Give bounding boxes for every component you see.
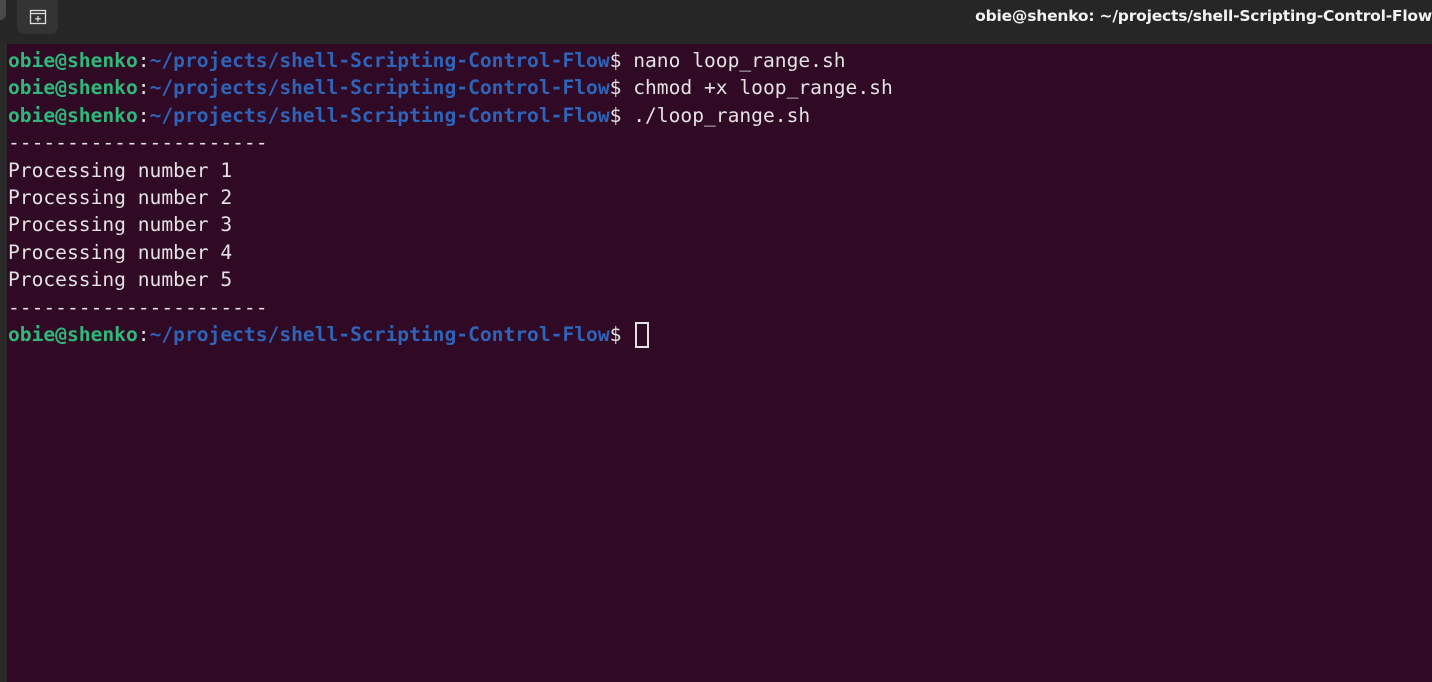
command-text: chmod +x loop_range.sh xyxy=(621,76,893,100)
prompt-symbol: $ xyxy=(609,49,622,72)
prompt-user: obie@shenko xyxy=(8,322,138,346)
output-line: Processing number 2 xyxy=(8,185,233,209)
prompt-separator: : xyxy=(137,322,150,346)
prompt-user: obie@shenko xyxy=(8,49,138,72)
prompt-symbol: $ xyxy=(609,103,622,127)
prompt-path: ~/projects/shell-Scripting-Control-Flow xyxy=(149,49,610,72)
prompt-separator: : xyxy=(137,49,150,72)
output-line: Processing number 5 xyxy=(8,268,233,292)
prompt-path: ~/projects/shell-Scripting-Control-Flow xyxy=(149,76,610,100)
command-line: obie@shenko:~/projects/shell-Scripting-C… xyxy=(8,74,1432,101)
active-prompt-line[interactable]: obie@shenko:~/projects/shell-Scripting-C… xyxy=(8,321,1432,348)
prompt-user: obie@shenko xyxy=(8,76,138,100)
window-edge xyxy=(0,0,6,20)
output-divider: ---------------------- xyxy=(8,131,268,155)
terminal-output[interactable]: obie@shenko:~/projects/shell-Scripting-C… xyxy=(0,44,1432,682)
command-text: nano loop_range.sh xyxy=(621,49,846,72)
prompt-path: ~/projects/shell-Scripting-Control-Flow xyxy=(149,322,610,346)
command-line: obie@shenko:~/projects/shell-Scripting-C… xyxy=(8,47,1432,74)
terminal-window: obie@shenko: ~/projects/shell-Scripting-… xyxy=(0,0,1432,682)
prompt-separator: : xyxy=(137,103,150,127)
prompt-path: ~/projects/shell-Scripting-Control-Flow xyxy=(149,103,610,127)
title-bar: obie@shenko: ~/projects/shell-Scripting-… xyxy=(0,0,1432,44)
output-line: Processing number 1 xyxy=(8,158,233,182)
new-tab-button[interactable] xyxy=(17,0,58,34)
command-text: ./loop_range.sh xyxy=(621,103,811,127)
prompt-user: obie@shenko xyxy=(8,103,138,127)
output-line: Processing number 4 xyxy=(8,240,233,264)
prompt-symbol: $ xyxy=(609,76,622,100)
prompt-symbol: $ xyxy=(609,322,622,346)
new-tab-icon xyxy=(29,9,46,25)
window-title: obie@shenko: ~/projects/shell-Scripting-… xyxy=(975,7,1432,25)
command-line: obie@shenko:~/projects/shell-Scripting-C… xyxy=(8,102,1432,129)
output-divider: ---------------------- xyxy=(8,295,268,319)
terminal-cursor xyxy=(635,321,650,348)
output-line: Processing number 3 xyxy=(8,213,233,237)
prompt-separator: : xyxy=(137,76,150,100)
